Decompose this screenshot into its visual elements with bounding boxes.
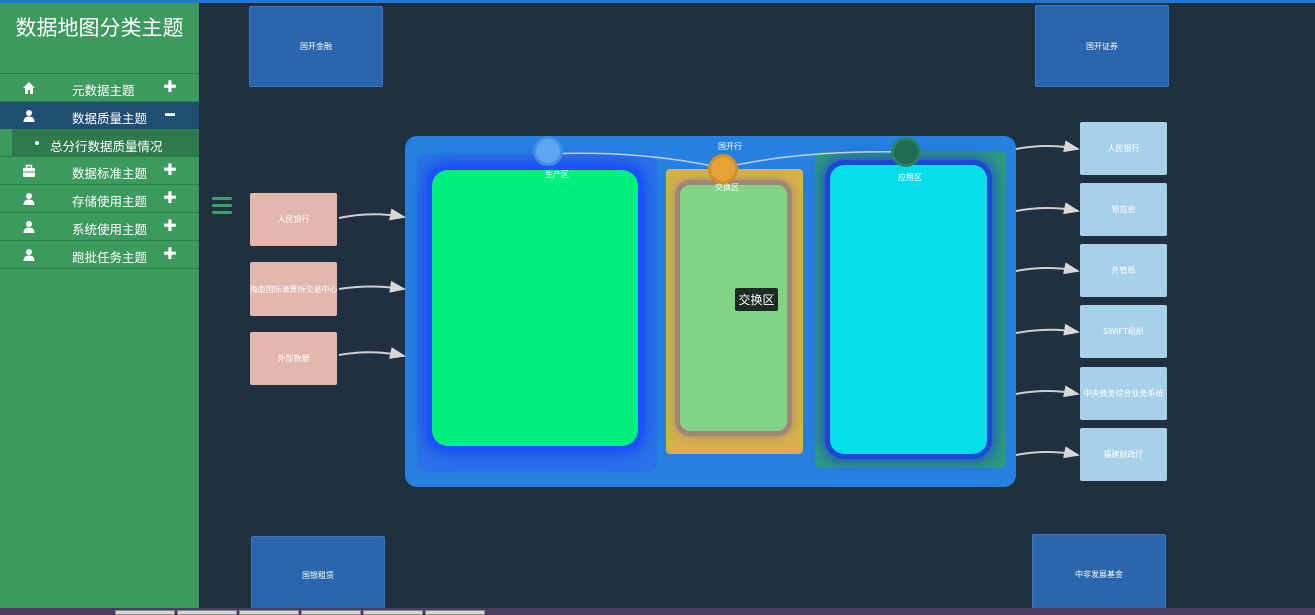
exchange-node-icon[interactable] bbox=[711, 157, 735, 181]
top-accent-bar bbox=[0, 0, 1315, 3]
taskbar-button[interactable] bbox=[115, 610, 175, 615]
taskbar-button[interactable] bbox=[177, 610, 237, 615]
taskbar-button[interactable] bbox=[363, 610, 423, 615]
flow-lines bbox=[338, 140, 1080, 459]
zone-tooltip: 交换区 bbox=[735, 288, 778, 311]
production-node-icon[interactable] bbox=[536, 139, 560, 163]
taskbar-button[interactable] bbox=[425, 610, 485, 615]
taskbar-button[interactable] bbox=[239, 610, 299, 615]
taskbar-button[interactable] bbox=[301, 610, 361, 615]
application-node-icon[interactable] bbox=[894, 140, 918, 164]
